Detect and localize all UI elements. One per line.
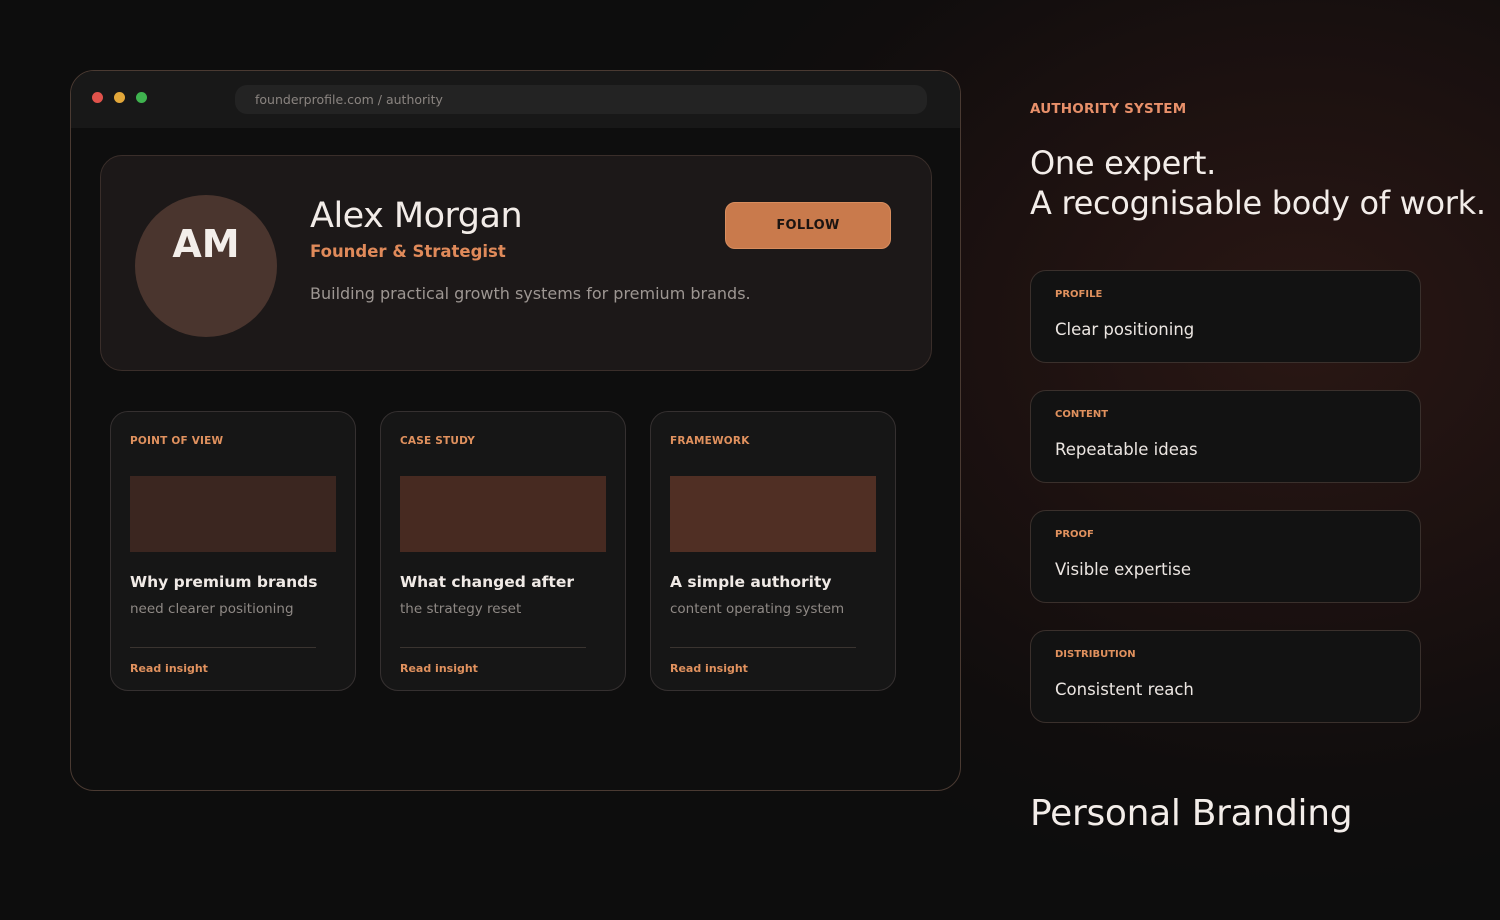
card-thumbnail — [400, 476, 606, 552]
card-subtitle: need clearer positioning — [130, 601, 294, 617]
card-title: A simple authority — [670, 573, 832, 591]
card-tag: POINT OF VIEW — [130, 435, 224, 447]
insight-card[interactable]: FRAMEWORK A simple authority content ope… — [650, 411, 896, 691]
card-thumbnail — [670, 476, 876, 552]
card-subtitle: content operating system — [670, 601, 845, 617]
card-divider — [130, 647, 316, 648]
card-tag: FRAMEWORK — [670, 435, 750, 447]
profile-role: Founder & Strategist — [310, 242, 506, 261]
follow-button[interactable]: FOLLOW — [725, 202, 891, 249]
card-divider — [670, 647, 856, 648]
feature-value: Clear positioning — [1055, 320, 1195, 339]
card-title: What changed after — [400, 573, 574, 591]
browser-window: founderprofile.com / authority AM Alex M… — [70, 70, 961, 791]
card-title: Why premium brands — [130, 573, 318, 591]
profile-name: Alex Morgan — [310, 196, 523, 236]
feature-label: CONTENT — [1055, 409, 1109, 420]
feature-card-distribution: DISTRIBUTION Consistent reach — [1030, 630, 1421, 723]
browser-titlebar: founderprofile.com / authority — [71, 71, 960, 128]
avatar: AM — [135, 195, 277, 337]
card-thumbnail — [130, 476, 336, 552]
card-subtitle: the strategy reset — [400, 601, 522, 617]
read-insight-link[interactable]: Read insight — [130, 662, 208, 675]
close-window-icon[interactable] — [92, 92, 103, 103]
feature-card-profile: PROFILE Clear positioning — [1030, 270, 1421, 363]
profile-bio: Building practical growth systems for pr… — [310, 284, 751, 303]
profile-card: AM Alex Morgan Founder & Strategist Buil… — [100, 155, 932, 371]
card-divider — [400, 647, 586, 648]
insight-card[interactable]: POINT OF VIEW Why premium brands need cl… — [110, 411, 356, 691]
feature-card-content: CONTENT Repeatable ideas — [1030, 390, 1421, 483]
feature-value: Consistent reach — [1055, 680, 1194, 699]
card-tag: CASE STUDY — [400, 435, 476, 447]
read-insight-link[interactable]: Read insight — [400, 662, 478, 675]
section-headline: One expert. A recognisable body of work. — [1030, 143, 1486, 223]
address-bar[interactable]: founderprofile.com / authority — [235, 85, 927, 114]
insight-card[interactable]: CASE STUDY What changed after the strate… — [380, 411, 626, 691]
footer-title: Personal Branding — [1030, 793, 1353, 834]
minimize-window-icon[interactable] — [114, 92, 125, 103]
headline-line-2: A recognisable body of work. — [1030, 184, 1486, 222]
feature-card-proof: PROOF Visible expertise — [1030, 510, 1421, 603]
headline-line-1: One expert. — [1030, 144, 1216, 182]
maximize-window-icon[interactable] — [136, 92, 147, 103]
feature-label: PROOF — [1055, 529, 1094, 540]
read-insight-link[interactable]: Read insight — [670, 662, 748, 675]
feature-label: PROFILE — [1055, 289, 1103, 300]
feature-value: Visible expertise — [1055, 560, 1191, 579]
section-eyebrow: AUTHORITY SYSTEM — [1030, 101, 1187, 117]
feature-label: DISTRIBUTION — [1055, 649, 1136, 660]
feature-value: Repeatable ideas — [1055, 440, 1198, 459]
